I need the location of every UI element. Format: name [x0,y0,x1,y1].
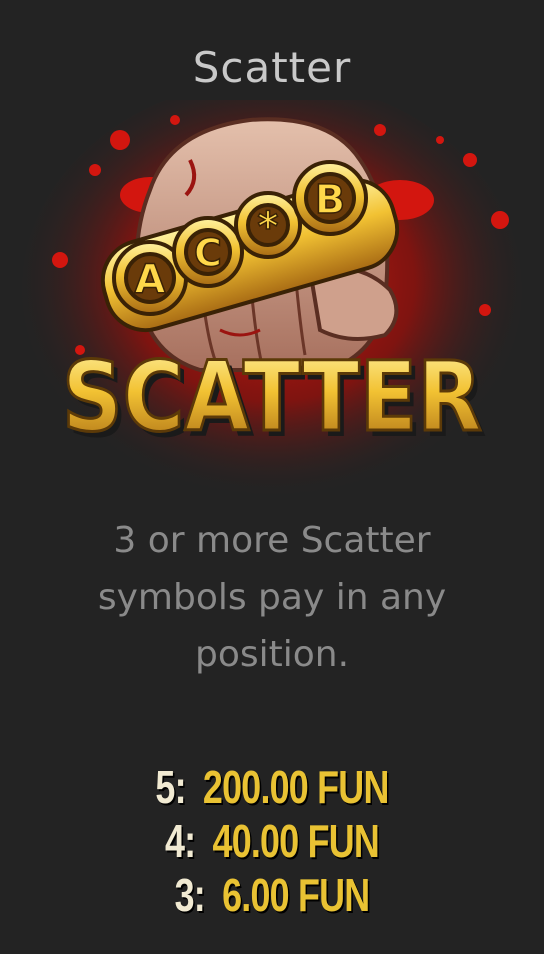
svg-text:*: * [258,204,279,250]
svg-text:B: B [315,177,346,223]
scatter-info-page: Scatter A C * B SCATTER SCATTER 3 or mor… [0,0,544,954]
scatter-symbol-image: A C * B SCATTER SCATTER [0,100,544,500]
svg-text:A: A [135,257,166,303]
paytable: 5: 200.00 FUN 4: 40.00 FUN 3: 6.00 FUN [0,760,544,922]
pay-count: 3: [174,869,206,921]
pay-count: 4: [165,815,196,867]
paytable-row-5: 5: 200.00 FUN [60,760,484,814]
pay-value: 6.00 FUN [222,869,370,921]
pay-count: 5: [155,761,186,813]
svg-text:SCATTER: SCATTER [62,341,482,453]
svg-text:C: C [194,231,222,275]
scatter-fist-symbol-icon: A C * B SCATTER SCATTER [22,100,522,500]
page-title: Scatter [192,43,352,92]
paytable-row-4: 4: 40.00 FUN [60,814,484,868]
scatter-description: 3 or more Scatter symbols pay in any pos… [97,520,447,675]
pay-value: 200.00 FUN [202,761,389,813]
paytable-row-3: 3: 6.00 FUN [60,868,484,922]
pay-value: 40.00 FUN [212,815,380,867]
